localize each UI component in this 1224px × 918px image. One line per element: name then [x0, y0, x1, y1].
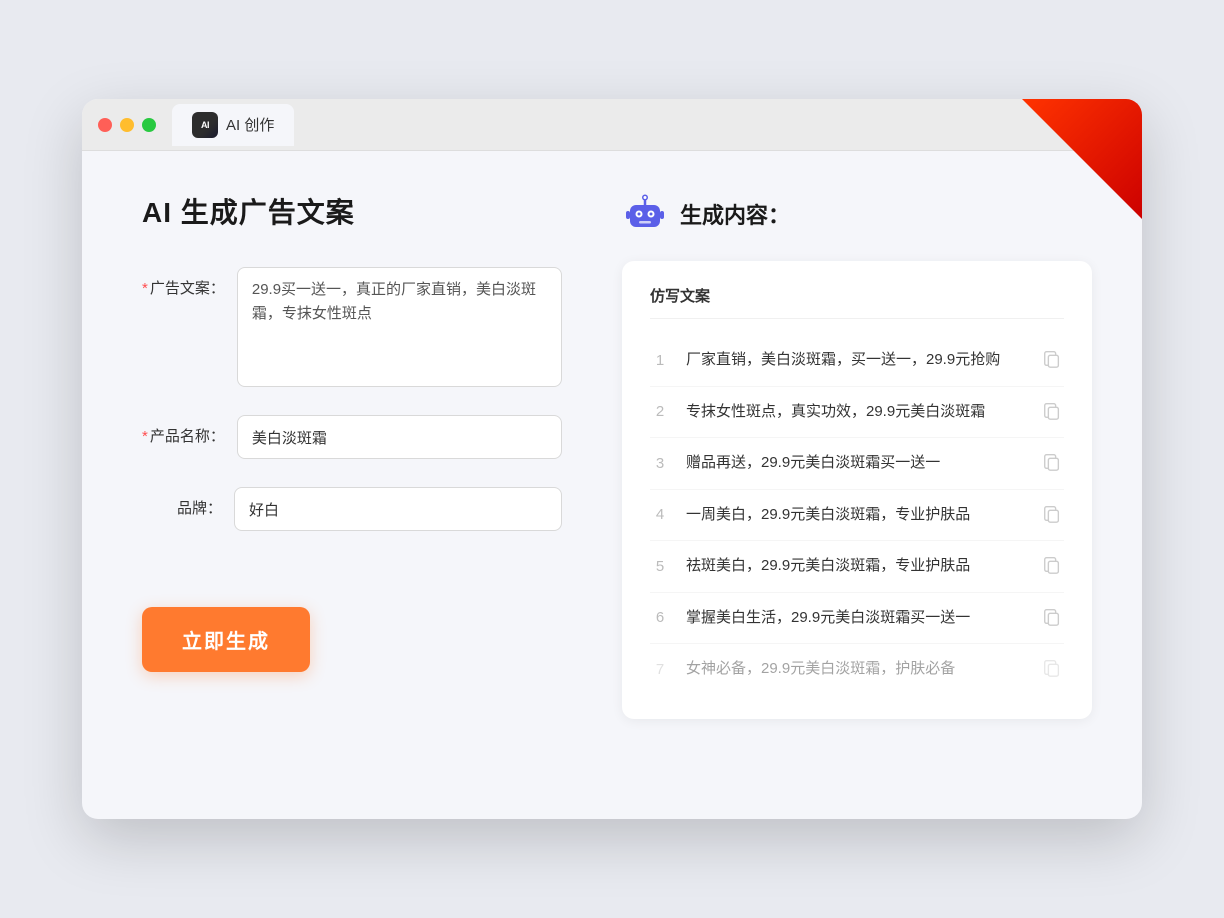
result-number: 2	[650, 403, 670, 420]
result-item: 3 赠品再送，29.9元美白淡斑霜买一送一	[650, 438, 1064, 490]
result-text: 女神必备，29.9元美白淡斑霜，护肤必备	[686, 658, 1026, 681]
tab-ai-create[interactable]: AI 创作	[172, 104, 294, 146]
result-item: 2 专抹女性斑点，真实功效，29.9元美白淡斑霜	[650, 387, 1064, 439]
right-panel: 生成内容： 仿写文案 1 厂家直销，美白淡斑霜，买一送一，29.9元抢购 2 专抹女…	[622, 191, 1092, 771]
product-name-label: *产品名称：	[142, 415, 225, 446]
title-bar: AI 创作	[82, 99, 1142, 151]
brand-row: 品牌：	[142, 487, 562, 531]
result-text: 祛斑美白，29.9元美白淡斑霜，专业护肤品	[686, 555, 1026, 578]
brand-label: 品牌：	[142, 487, 222, 518]
close-button[interactable]	[98, 118, 112, 132]
result-item: 5 祛斑美白，29.9元美白淡斑霜，专业护肤品	[650, 541, 1064, 593]
results-header: 仿写文案	[650, 285, 1064, 319]
ad-copy-label: *广告文案：	[142, 267, 225, 298]
copy-icon[interactable]	[1042, 504, 1064, 526]
result-text: 一周美白，29.9元美白淡斑霜，专业护肤品	[686, 504, 1026, 527]
result-item: 7 女神必备，29.9元美白淡斑霜，护肤必备	[650, 644, 1064, 695]
results-list: 1 厂家直销，美白淡斑霜，买一送一，29.9元抢购 2 专抹女性斑点，真实功效，29…	[650, 335, 1064, 695]
maximize-button[interactable]	[142, 118, 156, 132]
result-number: 5	[650, 558, 670, 575]
page-title: AI 生成广告文案	[142, 191, 562, 231]
result-number: 4	[650, 506, 670, 523]
result-number: 3	[650, 455, 670, 472]
result-text: 赠品再送，29.9元美白淡斑霜买一送一	[686, 452, 1026, 475]
result-number: 7	[650, 661, 670, 678]
result-item: 4 一周美白，29.9元美白淡斑霜，专业护肤品	[650, 490, 1064, 542]
browser-window: AI 创作 AI 生成广告文案 *广告文案： 29.9买一送一，真正的厂家直销，…	[82, 99, 1142, 819]
required-star-1: *	[142, 280, 148, 297]
generated-title: 生成内容：	[680, 198, 790, 230]
ad-copy-textarea[interactable]: 29.9买一送一，真正的厂家直销，美白淡斑霜，专抹女性斑点	[237, 267, 562, 387]
brand-input[interactable]	[234, 487, 562, 531]
copy-icon[interactable]	[1042, 555, 1064, 577]
result-text: 掌握美白生活，29.9元美白淡斑霜买一送一	[686, 607, 1026, 630]
tab-label: AI 创作	[226, 114, 274, 135]
traffic-lights	[98, 118, 156, 132]
robot-icon	[622, 191, 668, 237]
result-item: 6 掌握美白生活，29.9元美白淡斑霜买一送一	[650, 593, 1064, 645]
result-item: 1 厂家直销，美白淡斑霜，买一送一，29.9元抢购	[650, 335, 1064, 387]
copy-icon[interactable]	[1042, 349, 1064, 371]
left-panel: AI 生成广告文案 *广告文案： 29.9买一送一，真正的厂家直销，美白淡斑霜，…	[142, 191, 562, 771]
required-star-2: *	[142, 428, 148, 445]
right-header: 生成内容：	[622, 191, 1092, 237]
result-text: 厂家直销，美白淡斑霜，买一送一，29.9元抢购	[686, 349, 1026, 372]
copy-icon[interactable]	[1042, 452, 1064, 474]
result-number: 6	[650, 609, 670, 626]
main-content: AI 生成广告文案 *广告文案： 29.9买一送一，真正的厂家直销，美白淡斑霜，…	[82, 151, 1142, 811]
copy-icon[interactable]	[1042, 658, 1064, 680]
result-number: 1	[650, 352, 670, 369]
product-name-row: *产品名称：	[142, 415, 562, 459]
copy-icon[interactable]	[1042, 401, 1064, 423]
copy-icon[interactable]	[1042, 607, 1064, 629]
ad-copy-row: *广告文案： 29.9买一送一，真正的厂家直销，美白淡斑霜，专抹女性斑点	[142, 267, 562, 387]
generate-button[interactable]: 立即生成	[142, 607, 310, 672]
minimize-button[interactable]	[120, 118, 134, 132]
results-card: 仿写文案 1 厂家直销，美白淡斑霜，买一送一，29.9元抢购 2 专抹女性斑点，真实…	[622, 261, 1092, 719]
result-text: 专抹女性斑点，真实功效，29.9元美白淡斑霜	[686, 401, 1026, 424]
ai-tab-icon	[192, 112, 218, 138]
product-name-input[interactable]	[237, 415, 562, 459]
